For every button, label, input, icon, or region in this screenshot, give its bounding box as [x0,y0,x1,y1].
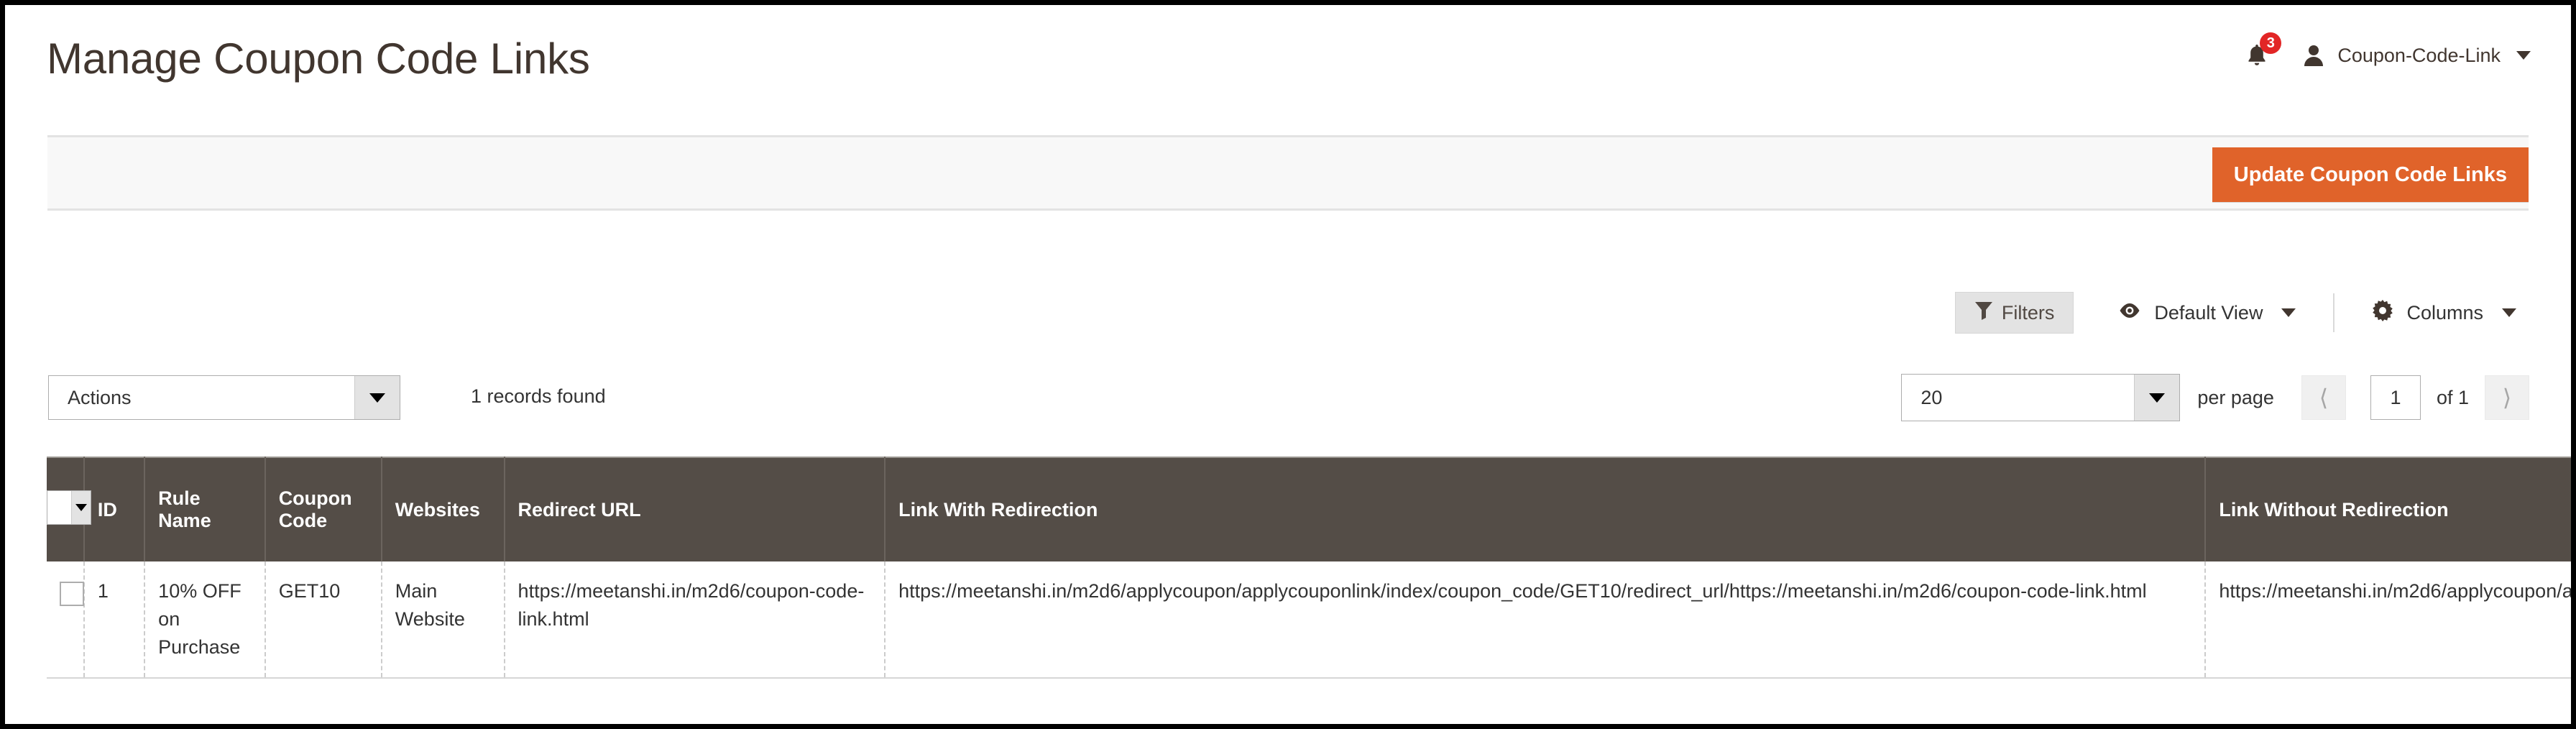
table-head: ID Rule Name Coupon Code Websites Redire… [47,457,2571,561]
table-body: 1 10% OFF on Purchase GET10 Main Website… [47,561,2571,679]
notification-count-badge: 3 [2260,32,2282,54]
chevron-down-icon [75,504,87,511]
default-view-button[interactable]: Default View [2105,302,2309,324]
chevron-left-icon: ⟨ [2319,385,2329,411]
previous-page-button[interactable]: ⟨ [2301,375,2346,420]
next-page-button[interactable]: ⟩ [2485,375,2529,420]
select-all-checkbox[interactable] [47,491,71,524]
cell-websites: Main Website [381,561,505,679]
notifications-button[interactable]: 3 [2238,32,2282,74]
page-inner: Manage Coupon Code Links 3 Coupon-Code-L… [5,5,2571,724]
default-view-label: Default View [2154,301,2263,324]
update-coupon-code-links-button[interactable]: Update Coupon Code Links [2212,147,2529,202]
data-grid-wrapper: ID Rule Name Coupon Code Websites Redire… [47,457,2571,679]
chevron-down-icon [2281,308,2296,317]
filters-label: Filters [2001,301,2055,324]
mass-actions-label: Actions [68,386,132,408]
mass-actions-select[interactable]: Actions [48,375,400,420]
page-title: Manage Coupon Code Links [47,35,590,83]
records-found-label: 1 records found [471,385,606,407]
grid-toolbar: Filters Default View Columns [1954,292,2529,334]
cell-id: 1 [83,561,146,679]
chevron-right-icon: ⟩ [2502,385,2512,411]
page-header: Manage Coupon Code Links 3 Coupon-Code-L… [5,5,2571,91]
column-header-redirect-url[interactable]: Redirect URL [504,457,886,561]
row-select-cell[interactable] [47,561,85,679]
column-header-link-without-redirection[interactable]: Link Without Redirection [2205,457,2571,561]
per-page-value: 20 [1920,386,1943,408]
column-header-coupon-code[interactable]: Coupon Code [264,457,382,561]
pagination-controls: 20 per page ⟨ 1 of 1 ⟩ [1901,374,2529,421]
user-avatar-icon [2301,43,2326,68]
table-row[interactable]: 1 10% OFF on Purchase GET10 Main Website… [47,561,2571,679]
coupon-code-links-table: ID Rule Name Coupon Code Websites Redire… [47,457,2571,679]
total-pages-label: of 1 [2436,386,2469,408]
header-right-controls: 3 Coupon-Code-Link [2238,32,2531,74]
columns-button[interactable]: Columns [2359,299,2529,326]
cell-rule-name: 10% OFF on Purchase [144,561,266,679]
chevron-down-icon [2149,393,2166,403]
row-checkbox[interactable] [60,582,84,606]
select-all-checkbox-dropdown[interactable] [47,490,91,525]
filters-button[interactable]: Filters [1954,292,2074,334]
column-header-websites[interactable]: Websites [381,457,505,561]
columns-label: Columns [2406,301,2483,324]
user-menu[interactable]: Coupon-Code-Link [2301,43,2531,68]
select-all-dropdown-toggle[interactable] [71,491,91,524]
chevron-down-icon [2502,308,2516,317]
user-name-label: Coupon-Code-Link [2337,44,2501,66]
per-page-dropdown-toggle[interactable] [2134,375,2180,421]
per-page-select[interactable]: 20 [1901,374,2181,421]
chevron-down-icon [369,393,385,403]
column-header-rule-name[interactable]: Rule Name [144,457,266,561]
cell-link-with-redirection: https://meetanshi.in/m2d6/applycoupon/ap… [885,561,2207,679]
gear-icon [2372,299,2393,326]
column-header-id[interactable]: ID [83,457,146,561]
funnel-icon [1974,301,1993,326]
cell-redirect-url: https://meetanshi.in/m2d6/coupon-code-li… [504,561,886,679]
page-actions-bar: Update Coupon Code Links [47,135,2529,211]
current-page-input[interactable]: 1 [2370,375,2421,420]
per-page-label: per page [2197,386,2274,408]
admin-grid-screen: Manage Coupon Code Links 3 Coupon-Code-L… [0,0,2576,729]
eye-icon [2118,302,2141,324]
toolbar-divider [2333,293,2335,332]
column-header-link-with-redirection[interactable]: Link With Redirection [885,457,2207,561]
table-header-row: ID Rule Name Coupon Code Websites Redire… [47,457,2571,561]
mass-actions-dropdown-toggle[interactable] [354,376,400,419]
select-all-header[interactable] [47,457,91,561]
chevron-down-icon [2516,51,2531,60]
cell-link-without-redirection: https://meetanshi.in/m2d6/applycoupon/ap… [2205,561,2571,679]
cell-coupon-code: GET10 [264,561,382,679]
